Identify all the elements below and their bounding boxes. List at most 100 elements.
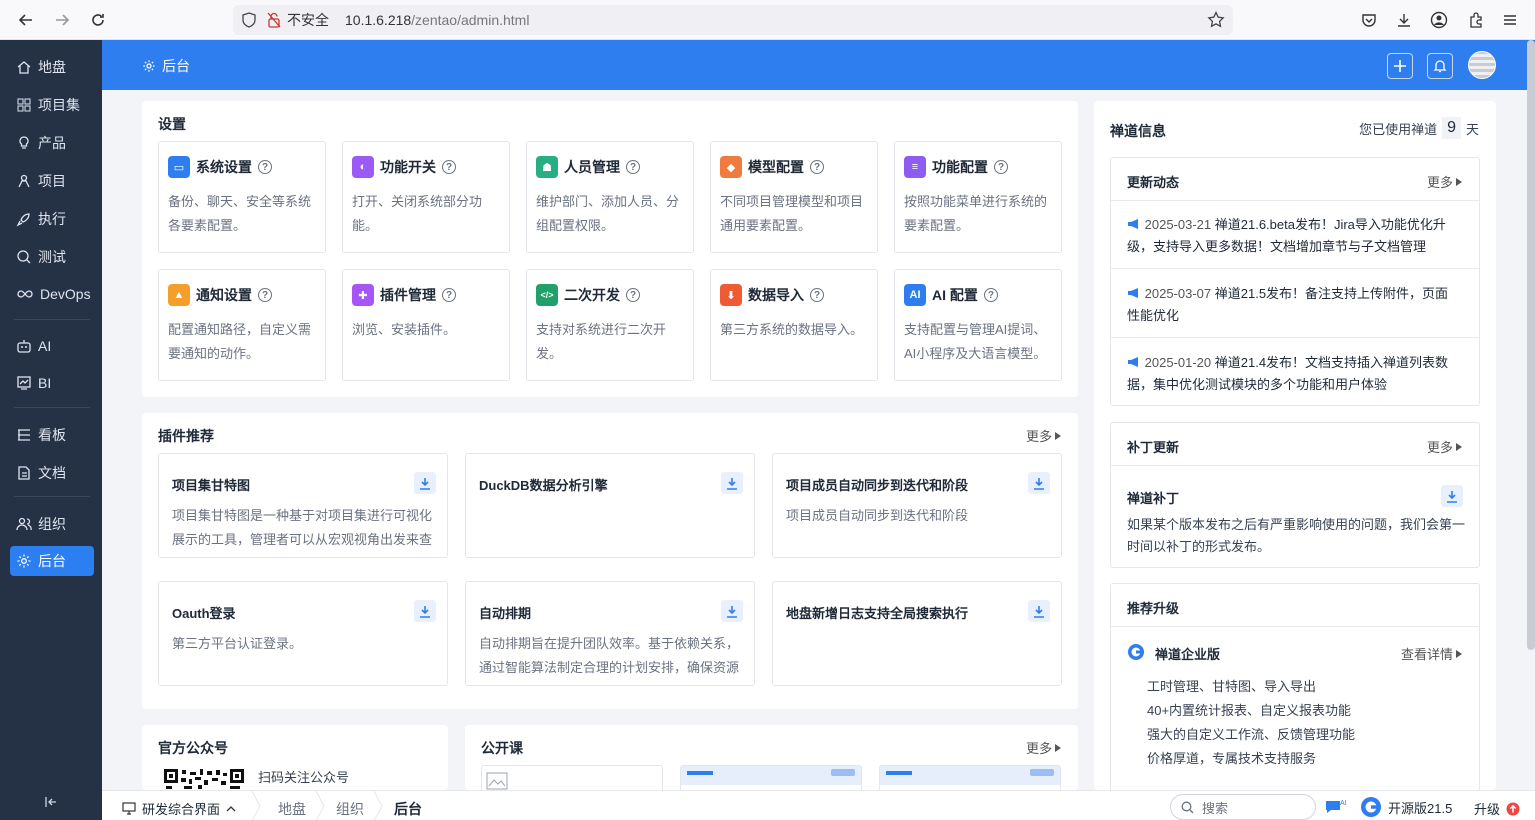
reload-button[interactable]: [86, 8, 110, 32]
sidebar-item-ai[interactable]: AI: [10, 331, 94, 361]
avatar[interactable]: [1468, 51, 1496, 79]
breadcrumb-admin[interactable]: 后台: [394, 799, 422, 819]
upgrade-detail-link[interactable]: 查看详情: [1401, 644, 1463, 663]
setting-name: 插件管理: [380, 287, 436, 303]
help-icon[interactable]: ?: [810, 288, 824, 302]
cube-icon: ◆: [720, 156, 742, 178]
grid-icon: [17, 98, 31, 112]
sidebar-item-bi[interactable]: BI: [10, 368, 94, 398]
sidebar-item-label: AI: [38, 338, 52, 354]
setting-card-model[interactable]: ◆ 模型配置? 不同项目管理模型和项目通用要素配置。: [710, 141, 878, 253]
address-bar[interactable]: 不安全 10.1.6.218/zentao/admin.html: [233, 5, 1233, 35]
setting-card-notify[interactable]: ▲ 通知设置? 配置通知路径，自定义需要通知的动作。: [158, 269, 326, 381]
sidebar-item-test[interactable]: 测试: [10, 242, 94, 272]
account-icon[interactable]: [1429, 10, 1449, 30]
setting-card-plugins[interactable]: ✚ 插件管理? 浏览、安装插件。: [342, 269, 510, 381]
help-icon[interactable]: ?: [442, 288, 456, 302]
security-indicator[interactable]: 不安全: [267, 10, 329, 30]
help-icon[interactable]: ?: [442, 160, 456, 174]
chart-icon: [17, 376, 31, 390]
download-button[interactable]: [1028, 600, 1050, 622]
download-button[interactable]: [721, 600, 743, 622]
sidebar-item-label: 地盘: [38, 59, 66, 75]
create-button[interactable]: [1387, 53, 1413, 79]
course-thumbnail[interactable]: [680, 765, 862, 790]
upgrade-button[interactable]: 升级: [1474, 799, 1520, 818]
download-button[interactable]: [721, 472, 743, 494]
caret-right-icon: [1055, 743, 1062, 752]
notification-button[interactable]: [1427, 53, 1453, 79]
plugin-card[interactable]: 地盘新增日志支持全局搜索执行: [772, 581, 1062, 686]
setting-card-dev[interactable]: </> 二次开发? 支持对系统进行二次开发。: [526, 269, 694, 381]
bookmark-star-icon[interactable]: [1207, 11, 1225, 29]
setting-card-import[interactable]: ⬇ 数据导入? 第三方系统的数据导入。: [710, 269, 878, 381]
setting-card-feature-config[interactable]: ≡ 功能配置? 按照功能菜单进行系统的要素配置。: [894, 141, 1062, 253]
sidebar-item-kanban[interactable]: 看板: [10, 420, 94, 450]
help-icon[interactable]: ?: [258, 160, 272, 174]
setting-card-system[interactable]: ▭ 系统设置? 备份、聊天、安全等系统各要素配置。: [158, 141, 326, 253]
download-icon[interactable]: [1394, 10, 1414, 30]
plugin-card[interactable]: 自动排期 自动排期旨在提升团队效率。基于依赖关系，通过智能算法制定合理的计划安排…: [465, 581, 755, 686]
workspace-switcher[interactable]: 研发综合界面: [122, 799, 236, 818]
course-thumbnail[interactable]: [879, 765, 1061, 790]
more-label: 更多: [1026, 429, 1053, 444]
sidebar-item-project[interactable]: 项目: [10, 166, 94, 196]
patch-divider: [1111, 465, 1479, 466]
zentao-logo-icon: [1128, 644, 1144, 660]
download-button[interactable]: [1028, 472, 1050, 494]
sidebar-item-home[interactable]: 地盘: [10, 52, 94, 82]
setting-name: 功能配置: [932, 159, 988, 175]
patch-download-button[interactable]: [1441, 485, 1463, 507]
ai-chat-icon[interactable]: AI: [1324, 798, 1348, 815]
infinity-icon: [17, 290, 33, 298]
forward-button[interactable]: [50, 8, 74, 32]
version-info[interactable]: 开源版21.5: [1360, 796, 1452, 818]
help-icon[interactable]: ?: [983, 288, 998, 302]
menu-icon[interactable]: [1500, 10, 1520, 30]
courses-more-link[interactable]: 更多: [1026, 738, 1062, 757]
news-item[interactable]: 2025-01-20 禅道21.4发布！文档支持插入禅道列表数据，集中优化测试模…: [1127, 352, 1457, 396]
breadcrumb-org[interactable]: 组织: [336, 799, 364, 819]
news-divider: [1111, 268, 1479, 269]
help-icon[interactable]: ?: [258, 288, 272, 302]
breadcrumb-home[interactable]: 地盘: [278, 799, 306, 819]
collapse-icon: [45, 797, 56, 807]
upgrade-divider: [1111, 626, 1479, 627]
sidebar-item-devops[interactable]: DevOps: [10, 279, 94, 309]
caret-right-icon: [1456, 442, 1463, 451]
sidebar-item-program[interactable]: 项目集: [10, 90, 94, 120]
page-scrollbar[interactable]: [1527, 40, 1535, 650]
news-more-link[interactable]: 更多: [1427, 172, 1463, 191]
plugin-card[interactable]: 项目集甘特图 项目集甘特图是一种基于对项目集进行可视化展示的工具，管理者可以从宏…: [158, 453, 448, 558]
course-thumbnail[interactable]: [481, 765, 663, 790]
patch-more-link[interactable]: 更多: [1427, 437, 1463, 456]
plugin-card[interactable]: DuckDB数据分析引擎: [465, 453, 755, 558]
setting-card-feature-switch[interactable]: ◐ 功能开关? 打开、关闭系统部分功能。: [342, 141, 510, 253]
news-item[interactable]: 2025-03-07 禅道21.5发布！备注支持上传附件，页面性能优化: [1127, 283, 1457, 327]
sidebar-item-admin[interactable]: 后台: [10, 546, 94, 576]
setting-card-people[interactable]: ☗ 人员管理? 维护部门、添加人员、分组配置权限。: [526, 141, 694, 253]
plugin-desc: 项目成员自动同步到迭代和阶段: [786, 508, 969, 523]
pocket-icon[interactable]: [1359, 10, 1379, 30]
extensions-icon[interactable]: [1466, 10, 1486, 30]
back-button[interactable]: [14, 8, 38, 32]
help-icon[interactable]: ?: [994, 160, 1008, 174]
sidebar-item-org[interactable]: 组织: [10, 509, 94, 539]
news-item[interactable]: 2025-03-21 禅道21.6.beta发布！Jira导入功能优化升级，支持…: [1127, 214, 1457, 258]
plugin-card[interactable]: 项目成员自动同步到迭代和阶段 项目成员自动同步到迭代和阶段: [772, 453, 1062, 558]
sidebar-item-execution[interactable]: 执行: [10, 204, 94, 234]
global-search-input[interactable]: 搜索: [1170, 794, 1316, 820]
help-icon[interactable]: ?: [626, 288, 640, 302]
usage-days-count: 9: [1442, 117, 1461, 139]
setting-card-ai[interactable]: AI AI 配置? 支持配置与管理AI提词、AI小程序及大语言模型。: [894, 269, 1062, 381]
plugin-card[interactable]: Oauth登录 第三方平台认证登录。: [158, 581, 448, 686]
sidebar-item-label: 后台: [38, 553, 66, 569]
plugins-more-link[interactable]: 更多: [1026, 426, 1062, 445]
download-button[interactable]: [414, 600, 436, 622]
help-icon[interactable]: ?: [810, 160, 824, 174]
sidebar-item-product[interactable]: 产品: [10, 128, 94, 158]
sidebar-item-doc[interactable]: 文档: [10, 458, 94, 488]
help-icon[interactable]: ?: [626, 160, 640, 174]
collapse-sidebar-button[interactable]: [44, 795, 58, 812]
download-button[interactable]: [414, 472, 436, 494]
